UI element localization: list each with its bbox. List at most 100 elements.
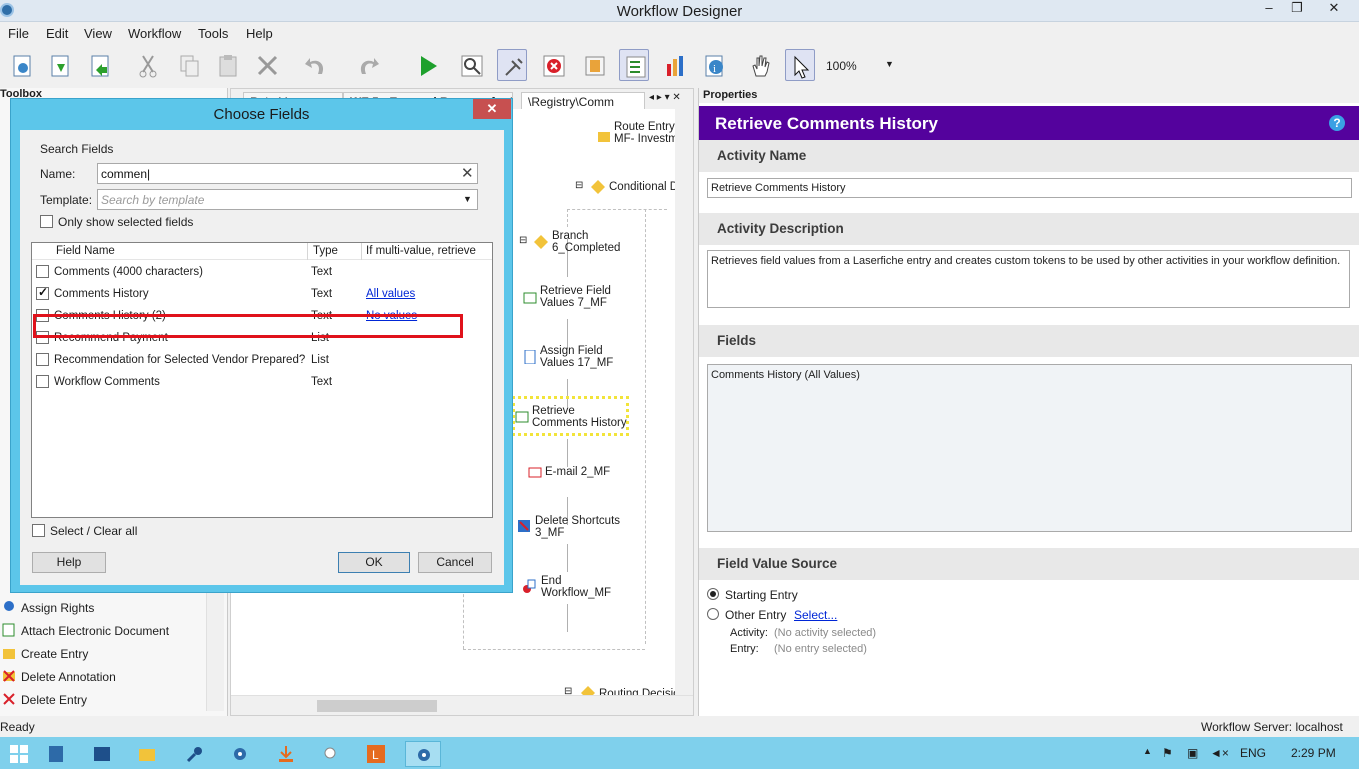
starting-entry-radio[interactable] [707, 588, 719, 600]
minimize-button[interactable]: – [1256, 0, 1282, 18]
paste-button[interactable] [213, 49, 243, 81]
column-retrieve[interactable]: If multi-value, retrieve [366, 245, 476, 257]
menu-bar: File Edit View Workflow Tools Help [0, 23, 1359, 43]
laserfiche-icon[interactable]: L [358, 741, 394, 767]
maximize-button[interactable]: ❐ [1284, 0, 1310, 18]
table-row[interactable]: Comments (4000 characters) Text [32, 261, 492, 283]
workflow-admin-icon[interactable] [222, 741, 258, 767]
attach-document-icon [2, 623, 16, 637]
node-branch[interactable]: Branch 6_Completed [552, 230, 620, 254]
run-button[interactable] [412, 49, 442, 81]
column-field-name[interactable]: Field Name [56, 245, 115, 257]
clear-search-icon[interactable]: ✕ [461, 164, 474, 182]
ok-button[interactable]: OK [338, 552, 410, 573]
row-checkbox[interactable] [36, 353, 49, 366]
server-manager-icon[interactable] [38, 741, 74, 767]
dialog-close-button[interactable]: ✕ [473, 99, 511, 119]
activity-description-field[interactable]: Retrieves field values from a Laserfiche… [707, 250, 1350, 308]
node-email[interactable]: E-mail 2_MF [545, 466, 610, 478]
tray-expand-icon[interactable]: ▲ [1143, 746, 1152, 756]
collapse-icon[interactable]: ⊟ [519, 235, 533, 249]
tools-button[interactable] [497, 49, 527, 81]
pan-hand-button[interactable] [745, 49, 775, 81]
fields-list[interactable]: Comments History (All Values) [707, 364, 1352, 532]
only-selected-checkbox[interactable] [40, 215, 53, 228]
variables-button[interactable] [579, 49, 609, 81]
template-dropdown-icon[interactable]: ▼ [463, 194, 472, 204]
checklist-button[interactable] [619, 49, 649, 81]
menu-view[interactable]: View [84, 26, 112, 41]
table-row[interactable]: Recommendation for Selected Vendor Prepa… [32, 349, 492, 371]
undo-button[interactable] [300, 49, 330, 81]
row-checkbox[interactable] [36, 375, 49, 388]
close-window-button[interactable]: ✕ [1312, 0, 1356, 18]
key-tool-icon[interactable] [177, 741, 213, 767]
table-row[interactable]: Workflow Comments Text [32, 371, 492, 393]
start-button[interactable] [1, 741, 37, 767]
volume-icon[interactable]: ◄× [1210, 746, 1229, 760]
redo-button[interactable] [352, 49, 382, 81]
file-explorer-icon[interactable] [129, 741, 165, 767]
find-button[interactable] [456, 49, 486, 81]
clock[interactable]: 2:29 PM [1291, 746, 1336, 760]
select-entry-link[interactable]: Select... [794, 608, 837, 622]
name-search-input[interactable]: commen| [97, 163, 478, 184]
node-route-entry[interactable]: Route Entry t MF- Investme [614, 121, 684, 145]
menu-help[interactable]: Help [246, 26, 273, 41]
copy-button[interactable] [174, 49, 204, 81]
network-icon[interactable]: ▣ [1187, 746, 1198, 760]
stop-button[interactable] [538, 49, 568, 81]
retrieve-field-icon [523, 291, 537, 305]
language-indicator[interactable]: ENG [1240, 746, 1266, 760]
node-end-workflow[interactable]: End Workflow_MF [541, 575, 611, 599]
collapse-icon[interactable]: ⊟ [575, 180, 589, 194]
table-row[interactable]: Comments HistoryText All values [32, 283, 492, 305]
other-entry-radio[interactable] [707, 608, 719, 620]
cut-button[interactable] [133, 49, 163, 81]
toolbar: i 100% ▼ [0, 43, 1359, 88]
select-clear-all-checkbox[interactable] [32, 524, 45, 537]
row-checkbox[interactable] [36, 265, 49, 278]
info-button[interactable]: i [699, 49, 729, 81]
node-retrieve-field-values[interactable]: Retrieve Field Values 7_MF [540, 285, 611, 309]
pointer-button[interactable] [785, 49, 815, 81]
retrieve-all-values-link[interactable]: All values [366, 288, 415, 300]
delete-button[interactable] [252, 49, 282, 81]
menu-edit[interactable]: Edit [46, 26, 68, 41]
node-delete-shortcuts[interactable]: Delete Shortcuts 3_MF [535, 515, 620, 539]
activity-title: Retrieve Comments History [715, 114, 938, 133]
tab-nav-arrows[interactable]: ◂ ▸ ▾ ✕ [649, 92, 681, 103]
tray-flag-icon[interactable]: ⚑ [1162, 746, 1173, 760]
menu-file[interactable]: File [8, 26, 29, 41]
help-icon[interactable]: ? [1329, 115, 1345, 131]
email-icon [528, 465, 542, 479]
other-entry-label: Other Entry [725, 608, 787, 622]
column-type[interactable]: Type [313, 245, 338, 257]
canvas-horizontal-scrollbar[interactable] [231, 695, 693, 715]
publish-button[interactable] [85, 49, 115, 81]
search-tool-icon[interactable] [313, 741, 349, 767]
tab-registry[interactable]: \Registry\Comm [521, 92, 645, 109]
horizontal-scroll-thumb[interactable] [317, 700, 437, 712]
zoom-dropdown-icon[interactable]: ▼ [885, 59, 894, 69]
download-icon[interactable] [268, 741, 304, 767]
new-workflow-button[interactable] [7, 49, 37, 81]
canvas-vertical-scrollbar[interactable] [675, 109, 693, 695]
menu-tools[interactable]: Tools [198, 26, 228, 41]
help-button[interactable]: Help [32, 552, 106, 573]
delete-entry-icon [2, 692, 16, 706]
menu-workflow[interactable]: Workflow [128, 26, 181, 41]
section-field-value-source: Field Value Source [699, 548, 1359, 580]
open-workflow-button[interactable] [45, 49, 75, 81]
node-retrieve-comments-history[interactable]: Retrieve Comments History [532, 405, 627, 429]
cancel-button[interactable]: Cancel [418, 552, 492, 573]
row-checkbox[interactable] [36, 285, 49, 300]
powershell-icon[interactable] [84, 741, 120, 767]
zoom-level[interactable]: 100% [826, 59, 857, 73]
activity-name-field[interactable]: Retrieve Comments History [707, 178, 1352, 198]
node-assign-field-values[interactable]: Assign Field Values 17_MF [540, 345, 613, 369]
node-conditional[interactable]: Conditional De [609, 181, 684, 193]
report-button[interactable] [660, 49, 690, 81]
template-select[interactable]: Search by template [97, 189, 478, 210]
workflow-designer-taskbar-icon[interactable] [405, 741, 441, 767]
